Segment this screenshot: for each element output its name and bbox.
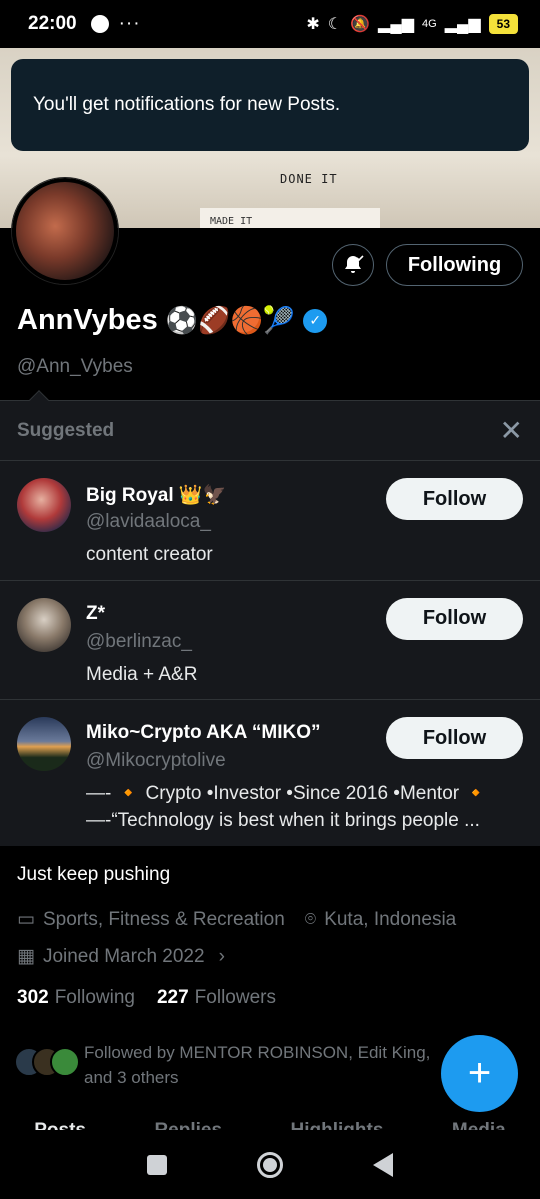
suggested-user-name[interactable]: Z* [86,603,105,625]
home-icon [263,1157,277,1172]
profile-avatar[interactable] [12,178,118,284]
moon-icon: ☾ [327,16,343,33]
compose-post-button[interactable]: + [441,1035,518,1112]
battery-icon: 53 [488,14,518,34]
suggested-user-avatar[interactable] [17,717,71,771]
calendar-icon: ▦ [17,946,35,967]
following-label: Following [54,987,135,1008]
following-count: 302 [17,987,49,1008]
suggested-user-avatar[interactable] [17,478,71,532]
status-time: 22:00 [28,13,77,34]
banner-text-bottom: MADE IT [210,216,253,227]
suggested-user-name[interactable]: Big Royal 👑🦅 [86,483,226,507]
suggested-user-item[interactable]: Big Royal 👑🦅 @lavidaaloca_ content creat… [0,461,540,581]
profile-stats: 302 Following 227 Followers [17,987,276,1009]
verified-badge-icon: ✓ [303,308,328,333]
suggested-title: Suggested [17,419,115,441]
close-icon[interactable]: ✕ [500,416,523,445]
suggested-user-item[interactable]: Miko~Crypto AKA “MIKO” @Mikocryptolive —… [0,700,540,846]
home-button[interactable] [257,1151,283,1178]
followers-count: 227 [156,987,189,1008]
banner-text-top: DONE IT [280,172,338,186]
profile-location: Kuta, Indonesia [324,908,457,930]
status-icons: ✱ ☾ 🔕 ▂▄▆ 4G ▂▄▆ 53 [306,14,518,34]
bell-muted-icon: 🔕 [350,16,371,33]
profile-category: Sports, Fitness & Recreation [42,908,285,930]
chevron-right-icon: › [218,945,225,967]
recent-apps-button[interactable] [147,1154,167,1175]
briefcase-icon: ▭ [17,909,35,930]
followed-by-row[interactable]: Followed by MENTOR ROBINSON, Edit King, … [14,1040,444,1090]
signal-icon: ▂▄▆ [378,16,414,33]
suggested-user-bio: content creator [86,541,526,568]
status-bar: 22:00 ··· ✱ ☾ 🔕 ▂▄▆ 4G ▂▄▆ 53 [0,0,540,48]
profile-name-emojis: ⚽🏈🏀🎾 [165,305,296,335]
suggested-user-bio: Media + A&R [86,661,526,688]
follow-button[interactable]: Follow [386,478,523,520]
avatar [50,1047,80,1077]
followed-by-more: and 3 others [84,1068,179,1087]
back-button[interactable] [373,1152,393,1177]
suggested-user-handle: @Mikocryptolive [86,750,226,771]
followed-by-avatars [14,1040,84,1077]
bio-line: —- 🔸 Crypto •Investor •Since 2016 •Mento… [86,783,489,804]
notifications-bell-button[interactable] [332,244,374,286]
profile-bio: Just keep pushing [17,864,171,885]
followers-label: Followers [194,987,276,1008]
followed-by-text: Followed by MENTOR ROBINSON, Edit King, … [84,1040,430,1090]
bell-check-icon [345,255,364,273]
bio-line: Media + A&R [86,663,198,685]
more-notifications-icon: ··· [118,13,141,34]
profile-joined-row[interactable]: ▦ Joined March 2022 › [17,945,225,968]
profile-handle: @Ann_Vybes [17,356,133,377]
profile-meta-row: ▭ Sports, Fitness & Recreation ⌾ Kuta, I… [17,908,456,931]
location-pin-icon: ⌾ [304,908,317,930]
suggested-user-item[interactable]: Z* @berlinzac_ Media + A&R Follow [0,581,540,700]
bio-line: —-“Technology is best when it brings peo… [86,810,480,831]
signal-icon-2: ▂▄▆ [444,16,481,33]
suggested-user-handle: @lavidaaloca_ [86,511,211,532]
notification-toast: You'll get notifications for new Posts. [11,59,529,151]
facebook-icon [90,15,109,33]
suggested-header: Suggested ✕ [0,401,540,461]
profile-name-row: AnnVybes ⚽🏈🏀🎾 ✓ [17,304,328,337]
network-label: 4G [422,18,437,30]
suggested-user-avatar[interactable] [17,597,71,652]
suggested-user-bio: —- 🔸 Crypto •Investor •Since 2016 •Mento… [86,780,526,834]
plus-icon: + [467,1051,492,1095]
following-button[interactable]: Following [386,244,523,286]
bluetooth-icon: ✱ [306,16,320,33]
suggested-panel: Suggested ✕ Big Royal 👑🦅 @lavidaaloca_ c… [0,390,540,846]
profile-name: AnnVybes [17,304,158,336]
follow-button[interactable]: Follow [386,597,523,640]
toast-message: You'll get notifications for new Posts. [33,94,341,115]
bio-line: content creator [86,544,213,565]
following-count-link[interactable]: 302 Following [17,987,135,1009]
followers-count-link[interactable]: 227 Followers [157,987,276,1009]
suggested-user-name[interactable]: Miko~Crypto AKA “MIKO” [86,722,321,744]
followed-by-line: Followed by MENTOR ROBINSON, Edit King, [84,1043,431,1062]
profile-joined: Joined March 2022 [42,945,205,967]
follow-button[interactable]: Follow [386,717,523,759]
suggested-user-handle: @berlinzac_ [86,630,192,652]
system-navigation-bar [0,1130,540,1199]
